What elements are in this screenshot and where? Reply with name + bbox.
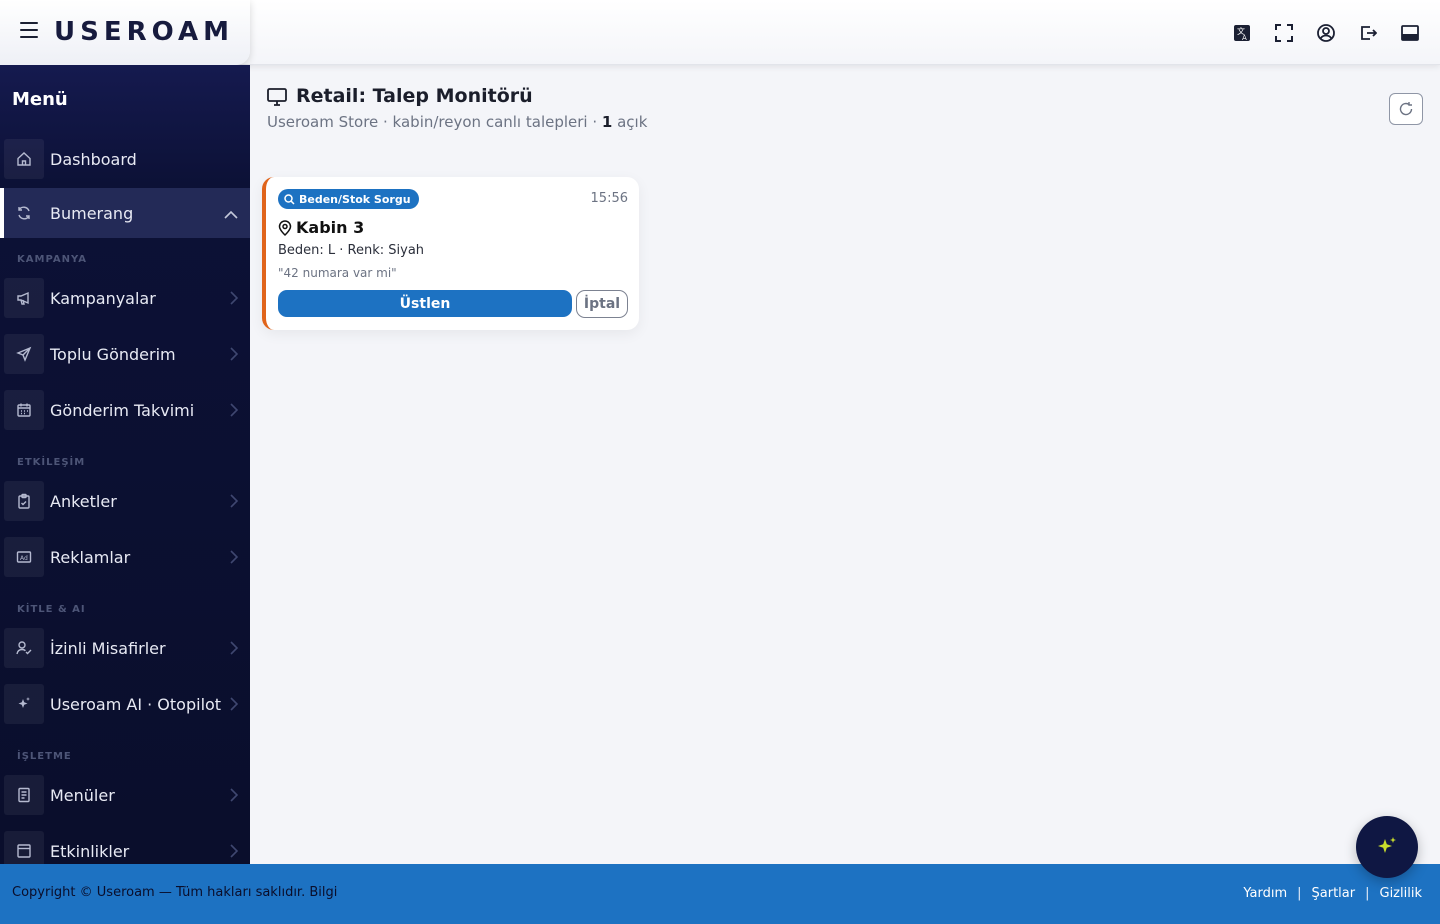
claim-button[interactable]: Üstlen xyxy=(278,290,572,317)
footer-link-terms[interactable]: Şartlar xyxy=(1312,886,1356,901)
svg-text:A: A xyxy=(1242,34,1247,42)
sidebar-item-useroam-ai[interactable]: Useroam AI · Otopilot xyxy=(4,683,250,725)
request-card: Beden/Stok Sorgu 15:56 Kabin 3 Beden: L … xyxy=(262,177,639,330)
ad-icon: Ad xyxy=(4,537,44,577)
page-subtitle: Useroam Store · kabin/reyon canlı talepl… xyxy=(267,113,647,131)
sidebar-item-menuler[interactable]: Menüler xyxy=(4,774,250,816)
sidebar-item-label: Dashboard xyxy=(50,149,137,169)
chevron-right-icon xyxy=(230,290,239,309)
sidebar-item-label: Toplu Gönderim xyxy=(50,344,176,364)
sidebar-item-kampanyalar[interactable]: Kampanyalar xyxy=(4,277,250,319)
request-detail: Beden: L · Renk: Siyah xyxy=(278,243,425,258)
page-title: Retail: Talep Monitörü xyxy=(296,85,533,107)
ai-assistant-button[interactable] xyxy=(1356,816,1418,878)
home-icon xyxy=(4,139,44,179)
sidebar-item-gonderim-takvimi[interactable]: Gönderim Takvimi xyxy=(4,389,250,431)
sidebar-item-label: Menüler xyxy=(50,785,115,805)
chevron-right-icon xyxy=(230,843,239,862)
sidebar: Menü Dashboard Bumerang KAMPANYA Kampany… xyxy=(0,65,250,900)
send-icon xyxy=(4,334,44,374)
sparkles-icon xyxy=(1378,837,1396,853)
request-location: Kabin 3 xyxy=(278,218,364,237)
subtitle-prefix: Useroam Store · kabin/reyon canlı talepl… xyxy=(267,113,602,131)
section-label-kampanya: KAMPANYA xyxy=(17,254,87,265)
sidebar-item-dashboard[interactable]: Dashboard xyxy=(4,138,250,180)
badge-label: Beden/Stok Sorgu xyxy=(299,192,411,206)
monitor-icon xyxy=(267,88,287,110)
request-note: "42 numara var mi" xyxy=(278,266,397,280)
sidebar-title: Menü xyxy=(12,89,68,110)
brand-area: USEROAM xyxy=(0,0,250,65)
translate-icon[interactable]: 文A xyxy=(1232,21,1252,45)
refresh-icon xyxy=(1399,102,1413,116)
chevron-right-icon xyxy=(230,402,239,421)
svg-text:Ad: Ad xyxy=(20,555,28,562)
chevron-up-icon xyxy=(224,205,238,224)
subtitle-suffix: açık xyxy=(612,113,648,131)
refresh-button[interactable] xyxy=(1389,93,1423,125)
sidebar-item-izinli-misafirler[interactable]: İzinli Misafirler xyxy=(4,627,250,669)
panel-icon[interactable] xyxy=(1400,21,1420,45)
location-label: Kabin 3 xyxy=(296,218,365,237)
sparkles-icon xyxy=(4,684,44,724)
footer-link-help[interactable]: Yardım xyxy=(1243,886,1287,901)
open-count: 1 xyxy=(601,113,613,131)
footer-links: Yardım | Şartlar | Gizlilik xyxy=(1243,886,1422,901)
hamburger-menu-icon[interactable] xyxy=(20,22,38,38)
user-icon[interactable] xyxy=(1316,21,1336,45)
copyright-text: Copyright © Useroam — Tüm hakları saklıd… xyxy=(12,885,338,900)
footer-separator: | xyxy=(1297,886,1302,901)
user-check-icon xyxy=(4,628,44,668)
fullscreen-icon[interactable] xyxy=(1274,21,1294,45)
chevron-right-icon xyxy=(230,346,239,365)
sidebar-item-label: Gönderim Takvimi xyxy=(50,400,195,420)
cancel-button[interactable]: İptal xyxy=(576,290,628,318)
chevron-right-icon xyxy=(230,493,239,512)
clipboard-icon xyxy=(4,481,44,521)
request-time: 15:56 xyxy=(590,191,628,206)
section-label-isletme: İŞLETME xyxy=(17,751,72,762)
chevron-right-icon xyxy=(230,549,239,568)
chevron-right-icon xyxy=(230,787,239,806)
section-label-kitle-ai: KİTLE & AI xyxy=(17,604,86,615)
useroam-logo: USEROAM xyxy=(54,17,235,47)
sidebar-item-bumerang[interactable]: Bumerang xyxy=(0,188,250,238)
menu-doc-icon xyxy=(4,775,44,815)
chevron-right-icon xyxy=(230,696,239,715)
sidebar-item-label: İzinli Misafirler xyxy=(50,638,166,658)
footer-separator: | xyxy=(1365,886,1370,901)
section-label-etkilesim: ETKİLEŞİM xyxy=(17,457,86,468)
sidebar-item-label: Etkinlikler xyxy=(50,841,130,861)
footer-link-privacy[interactable]: Gizlilik xyxy=(1380,886,1423,901)
map-pin-icon xyxy=(278,219,292,236)
sidebar-item-label: Bumerang xyxy=(50,203,134,223)
sidebar-item-toplu-gonderim[interactable]: Toplu Gönderim xyxy=(4,333,250,375)
chevron-right-icon xyxy=(230,640,239,659)
sidebar-item-label: Reklamlar xyxy=(50,547,131,567)
sidebar-item-label: Kampanyalar xyxy=(50,288,156,308)
calendar-icon xyxy=(4,390,44,430)
megaphone-icon xyxy=(4,278,44,318)
sidebar-item-label: Useroam AI · Otopilot xyxy=(50,694,222,714)
logout-icon[interactable] xyxy=(1358,21,1378,45)
sidebar-item-label: Anketler xyxy=(50,491,117,511)
request-type-badge: Beden/Stok Sorgu xyxy=(278,189,419,209)
refresh-icon xyxy=(4,193,44,233)
header-toolbar: 文A xyxy=(1232,21,1420,45)
sidebar-item-anketler[interactable]: Anketler xyxy=(4,480,250,522)
sidebar-item-reklamlar[interactable]: Ad Reklamlar xyxy=(4,536,250,578)
search-icon xyxy=(284,193,295,205)
